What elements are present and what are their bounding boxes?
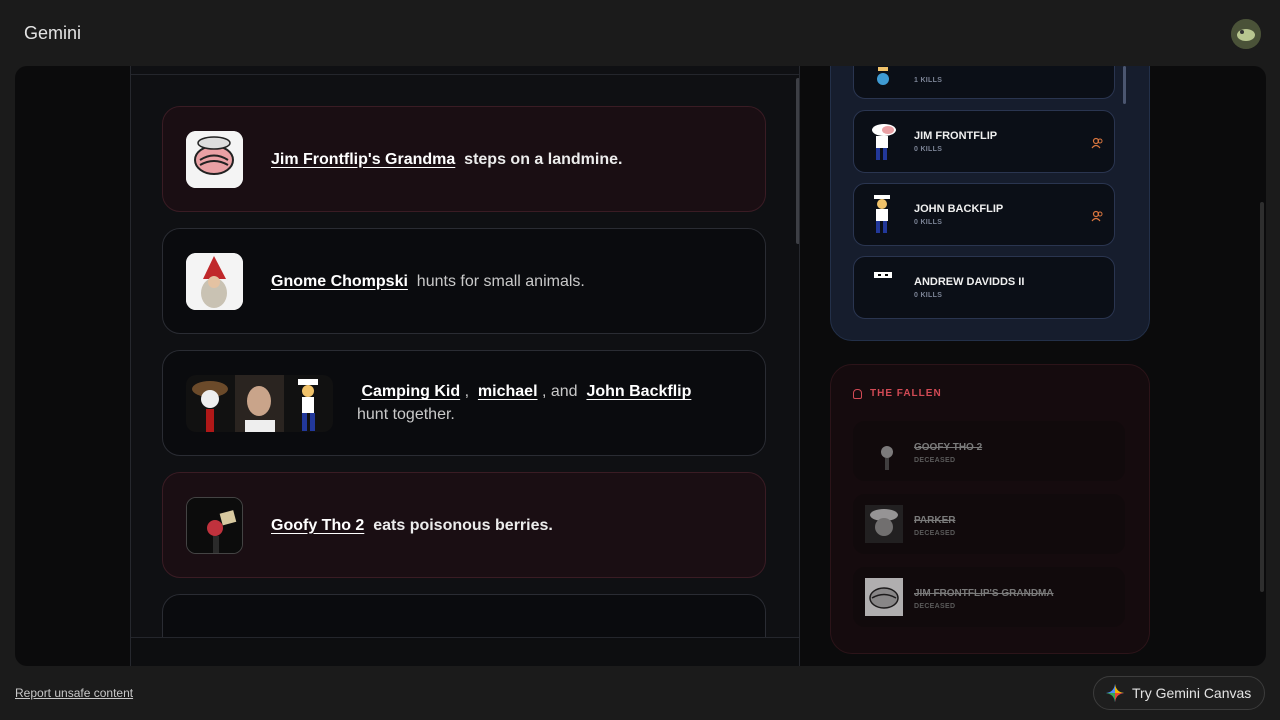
feed-scrollbar[interactable] xyxy=(796,78,799,244)
event-action: eats poisonous berries. xyxy=(373,516,553,534)
account-avatar[interactable] xyxy=(1231,19,1261,49)
fallen-tribute-card[interactable]: PARKER DECEASED xyxy=(853,494,1125,554)
event-feed[interactable]: Jim Frontflip's Grandma steps on a landm… xyxy=(130,66,800,666)
event-card: Camping Kid , michael , and John Backfli… xyxy=(162,350,766,456)
event-text: Gnome Chompski hunts for small animals. xyxy=(271,270,585,293)
tribute-card[interactable]: ANDREW DAVIDDS II 0 KILLS xyxy=(853,256,1115,319)
feed-header-divider xyxy=(131,74,799,75)
tribute-name: ANDREW DAVIDDS II xyxy=(914,276,1025,288)
group-portraits xyxy=(186,374,333,432)
page-scrollbar[interactable] xyxy=(1260,202,1264,592)
tribute-portrait xyxy=(235,374,284,432)
tribute-name: JIM FRONTFLIP xyxy=(914,130,998,142)
alliance-icon xyxy=(1091,137,1103,149)
tribute-portrait xyxy=(866,122,900,160)
event-text: Jim Frontflip's Grandma steps on a landm… xyxy=(271,148,622,171)
tribute-portrait xyxy=(284,374,333,432)
event-card: Goofy Tho 2 eats poisonous berries. xyxy=(162,472,766,578)
tributes-scrollbar[interactable] xyxy=(1123,66,1126,104)
tribute-portrait xyxy=(186,130,243,188)
tribute-portrait xyxy=(866,67,900,105)
event-text: Goofy Tho 2 eats poisonous berries. xyxy=(271,514,553,537)
tribute-name: JIM FRONTFLIP'S GRANDMA xyxy=(914,588,1054,599)
report-unsafe-content-link[interactable]: Report unsafe content xyxy=(15,686,133,700)
try-gemini-canvas-button[interactable]: Try Gemini Canvas xyxy=(1093,676,1265,710)
tribute-name-link[interactable]: Jim Frontflip's Grandma xyxy=(271,151,455,168)
tribute-kills: 0 KILLS xyxy=(914,292,943,299)
event-card: Gnome Chompski hunts for small animals. xyxy=(162,228,766,334)
fallen-tribute-card[interactable]: GOOFY THO 2 DECEASED xyxy=(853,421,1125,481)
fallen-title: THE FALLEN xyxy=(853,388,942,399)
tribute-kills: 0 KILLS xyxy=(914,219,943,226)
tribute-status: DECEASED xyxy=(914,530,956,537)
feed-footer xyxy=(131,637,799,666)
tribute-name-link[interactable]: michael xyxy=(478,383,538,400)
ghost-icon xyxy=(853,388,862,399)
event-action: steps on a landmine. xyxy=(464,150,623,168)
tribute-portrait xyxy=(186,496,243,554)
tribute-status: DECEASED xyxy=(914,457,956,464)
tribute-name-link[interactable]: Goofy Tho 2 xyxy=(271,517,364,534)
tribute-card[interactable]: JIM FRONTFLIP 0 KILLS xyxy=(853,110,1115,173)
event-action: hunt together. xyxy=(357,406,455,423)
alliance-icon xyxy=(1091,210,1103,222)
tribute-kills: 0 KILLS xyxy=(914,146,943,153)
tribute-card[interactable]: 1 KILLS xyxy=(853,66,1115,99)
top-bar: Gemini xyxy=(0,0,1280,66)
tribute-portrait xyxy=(865,432,903,470)
tribute-name-link[interactable]: Gnome Chompski xyxy=(271,273,408,290)
canvas-button-label: Try Gemini Canvas xyxy=(1132,685,1252,701)
tribute-portrait xyxy=(866,268,900,306)
tribute-name-link[interactable]: Camping Kid xyxy=(361,383,460,400)
avatar-image xyxy=(1231,19,1261,49)
tribute-name: PARKER xyxy=(914,515,956,526)
app-title: Gemini xyxy=(24,23,82,43)
tribute-portrait xyxy=(865,578,903,616)
tribute-status: DECEASED xyxy=(914,603,956,610)
separator: , xyxy=(464,383,470,400)
tribute-kills: 1 KILLS xyxy=(914,77,943,84)
event-action: hunts for small animals. xyxy=(416,272,585,290)
event-text: Camping Kid , michael , and John Backfli… xyxy=(357,380,691,426)
fallen-tribute-card[interactable]: JIM FRONTFLIP'S GRANDMA DECEASED xyxy=(853,567,1125,627)
tribute-portrait xyxy=(865,505,903,543)
fallen-title-text: THE FALLEN xyxy=(870,388,942,399)
bottom-bar xyxy=(0,666,1280,720)
tribute-name: GOOFY THO 2 xyxy=(914,442,983,453)
gemini-sparkle-icon xyxy=(1106,684,1124,702)
tribute-portrait xyxy=(866,195,900,233)
tribute-name-link[interactable]: John Backflip xyxy=(586,383,691,400)
separator: , and xyxy=(541,383,578,400)
tribute-name: JOHN BACKFLIP xyxy=(914,203,1004,215)
tribute-portrait xyxy=(186,252,243,310)
event-card: Jim Frontflip's Grandma steps on a landm… xyxy=(162,106,766,212)
tribute-card[interactable]: JOHN BACKFLIP 0 KILLS xyxy=(853,183,1115,246)
tribute-portrait xyxy=(186,374,235,432)
app-frame: Jim Frontflip's Grandma steps on a landm… xyxy=(15,66,1266,666)
